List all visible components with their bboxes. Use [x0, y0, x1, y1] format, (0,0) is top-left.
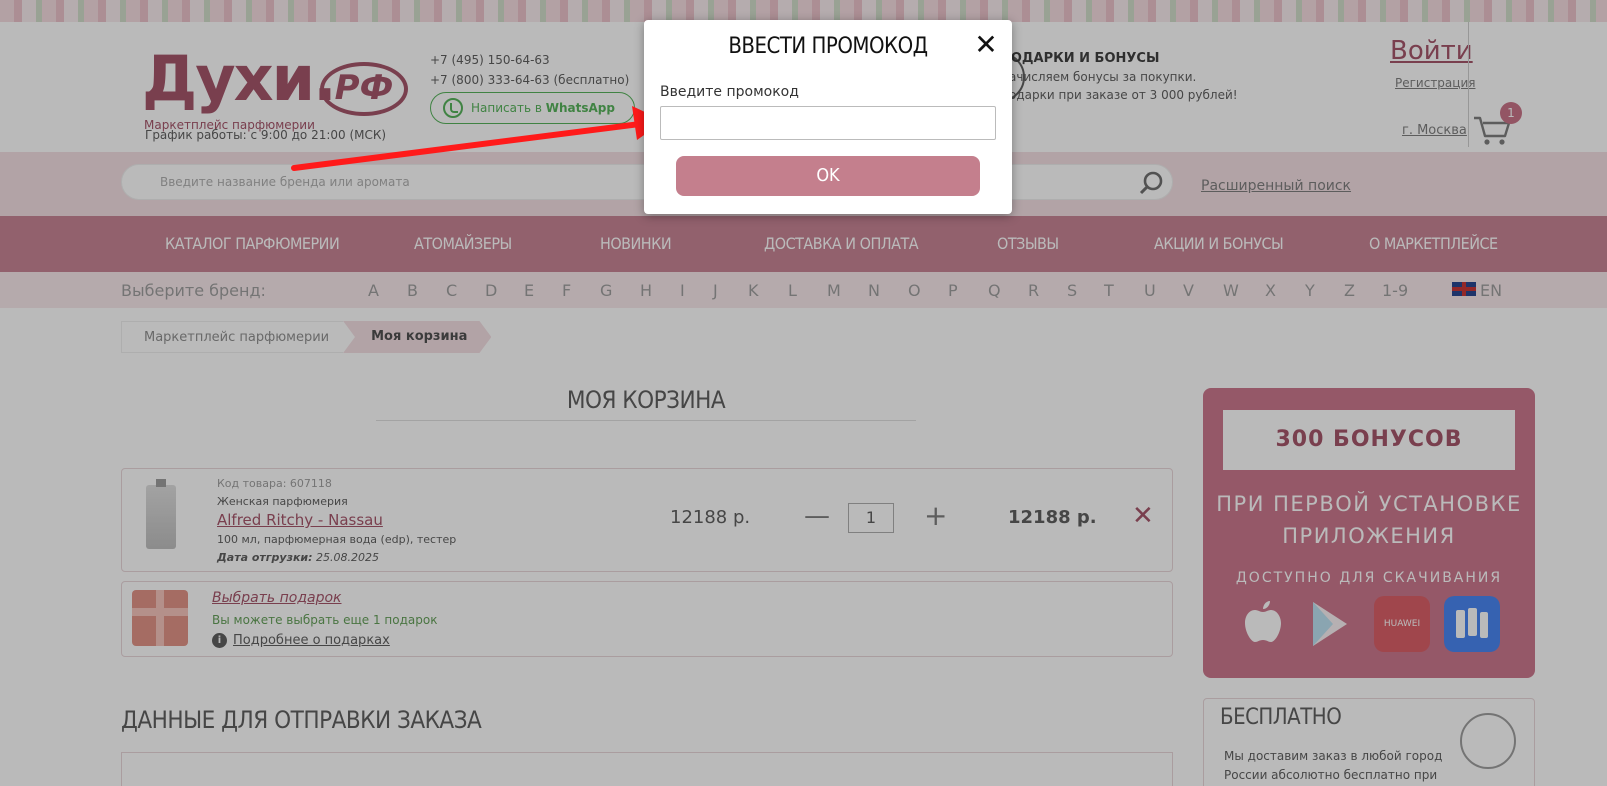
promo-code-modal: ВВЕСТИ ПРОМОКОД ✕ Введите промокод OK	[644, 20, 1012, 214]
promo-code-label: Введите промокод	[660, 84, 799, 100]
modal-title: ВВЕСТИ ПРОМОКОД	[728, 34, 928, 59]
close-icon[interactable]: ✕	[972, 30, 1000, 60]
ok-button[interactable]: OK	[676, 156, 980, 196]
promo-code-input[interactable]	[660, 106, 996, 140]
